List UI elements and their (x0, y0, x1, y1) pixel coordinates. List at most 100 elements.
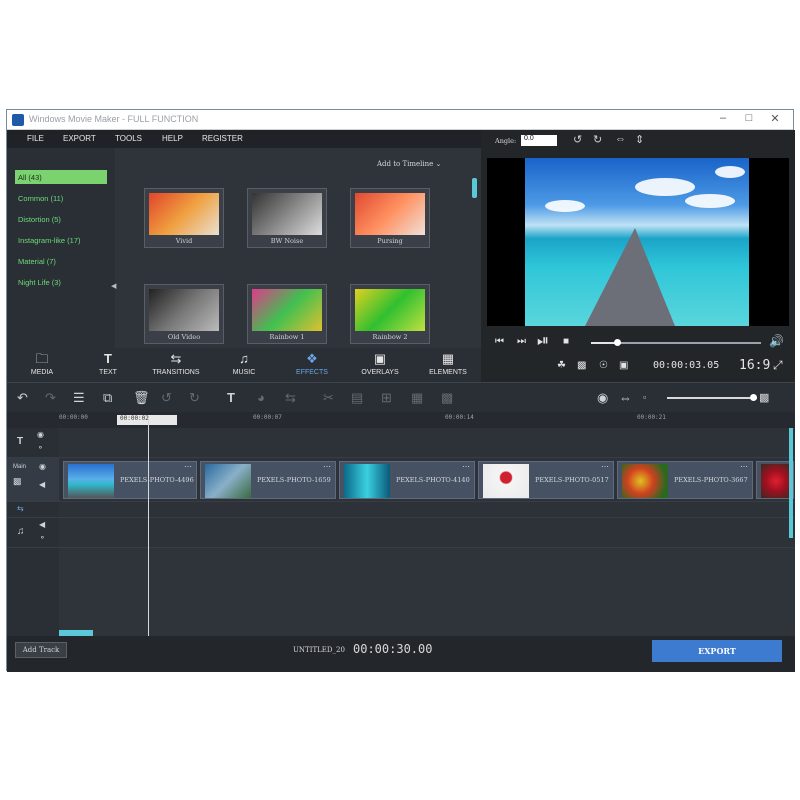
tab-overlays[interactable]: ▣ OVERLAYS (345, 351, 415, 376)
category-distortion[interactable]: Distortion (5) (15, 212, 107, 226)
progress-knob[interactable] (613, 339, 621, 346)
speed-icon[interactable]: ◕ (257, 390, 265, 405)
delete-icon[interactable]: 🗑 (133, 390, 150, 406)
undo-icon[interactable]: ↶ (17, 390, 28, 406)
effect-thumb-rainbow-2[interactable]: Rainbow 2 (350, 284, 430, 344)
speaker-icon[interactable]: ◀ (39, 480, 45, 489)
zoom-in-icon[interactable]: ▩ (759, 391, 769, 404)
category-common[interactable]: Common (11) (15, 191, 107, 205)
timeline-clip[interactable]: PEXELS-PHOTO-1659 ⋯ (200, 461, 336, 499)
duplicate-icon[interactable]: ⧉ (103, 390, 112, 406)
volume-icon[interactable]: 🔊 (769, 334, 784, 348)
timeline-vertical-scrollbar[interactable] (789, 428, 793, 538)
category-material[interactable]: Material (7) (15, 254, 107, 268)
add-track-button[interactable]: Add Track (15, 642, 67, 658)
menu-file[interactable]: FILE (27, 134, 44, 143)
mosaic-icon[interactable]: ▩ (441, 390, 453, 406)
crop-icon[interactable]: ⊞ (381, 390, 392, 406)
angle-input[interactable]: 0.0 (521, 135, 557, 146)
filter-icon[interactable]: ▦ (411, 390, 423, 406)
paint-bucket-icon[interactable]: ☘ (557, 360, 566, 371)
zoom-out-icon[interactable]: ▫ (643, 392, 646, 402)
tab-transitions[interactable]: ⇆ TRANSITIONS (141, 351, 211, 376)
fullscreen-icon[interactable]: ⤢ (773, 358, 783, 373)
transition-track-header: ⇆ (7, 502, 59, 518)
more-icon[interactable]: ⋯ (601, 462, 609, 471)
timeline-clip[interactable]: PEXELS-PHOTO-4496 ⋯ (63, 461, 197, 499)
export-button[interactable]: EXPORT (652, 640, 782, 662)
snap-icon[interactable]: ◉ (597, 390, 608, 406)
flip-horizontal-icon[interactable]: ⇔ (615, 133, 626, 145)
timeline-clip[interactable]: PEXELS-PHOTO-0517 ⋯ (478, 461, 614, 499)
transition-track-icon: ⇆ (17, 504, 24, 513)
snapshot-icon[interactable]: ▣ (619, 360, 628, 371)
more-icon[interactable]: ⋯ (184, 462, 192, 471)
aspect-ratio[interactable]: 16:9 (739, 358, 770, 373)
transition-icon[interactable]: ⇆ (285, 390, 296, 406)
library-scrollbar[interactable] (472, 178, 477, 198)
progress-bar[interactable] (591, 339, 761, 346)
text-track[interactable] (59, 428, 795, 458)
play-icon[interactable]: ⏯ (537, 332, 549, 349)
rotate-left-icon[interactable]: ↺ (573, 133, 582, 146)
more-icon[interactable]: ⋯ (462, 462, 470, 471)
eye-icon[interactable]: ◉ (37, 430, 44, 439)
effect-thumb-rainbow-1[interactable]: Rainbow 1 (247, 284, 327, 344)
time-ruler[interactable]: 00:00:00 00:00:07 00:00:14 00:00:21 00:0… (7, 412, 795, 428)
split-icon[interactable]: ✂ (323, 390, 334, 406)
preview-timecode: 00:00:03.05 (653, 360, 720, 371)
timeline-empty-area[interactable] (59, 548, 795, 636)
skip-back-icon[interactable]: ⏮ (495, 336, 504, 347)
effect-thumb-vivid[interactable]: Vivid (144, 188, 224, 248)
camera-icon[interactable]: ▩ (577, 360, 586, 371)
playhead-line[interactable] (148, 420, 149, 638)
effect-thumb-pursing[interactable]: Pursing (350, 188, 430, 248)
adjust-icon[interactable]: ☰ (73, 390, 85, 406)
effects-icon: ❖ (306, 351, 318, 366)
category-all[interactable]: All (43) (15, 170, 107, 184)
stop-icon[interactable]: ■ (563, 336, 569, 347)
fit-icon[interactable]: ⇔ (619, 390, 632, 405)
more-icon[interactable]: ⋯ (323, 462, 331, 471)
microphone-icon[interactable]: ☉ (599, 360, 608, 371)
flip-vertical-icon[interactable]: ⇕ (635, 133, 644, 146)
tab-media[interactable]: 🗀 MEDIA (7, 351, 77, 376)
eye-icon[interactable]: ◉ (39, 462, 46, 471)
collapse-arrow-icon[interactable]: ◀ (111, 282, 116, 290)
effect-thumb-bw-noise[interactable]: BW Noise (247, 188, 327, 248)
music-track[interactable] (59, 518, 795, 548)
skip-forward-icon[interactable]: ⏭ (517, 336, 526, 347)
tab-effects[interactable]: ❖ EFFECTS (277, 351, 347, 376)
rotate-ccw-icon[interactable]: ↺ (161, 390, 172, 406)
lock-icon[interactable]: ⚬ (39, 533, 46, 542)
menu-help[interactable]: HELP (162, 134, 183, 143)
tab-music[interactable]: ♫ MUSIC (209, 351, 279, 376)
lock-icon[interactable]: ⚬ (37, 443, 44, 452)
category-instagram[interactable]: Instagram-like (17) (15, 233, 107, 247)
add-text-icon[interactable]: T (227, 390, 235, 405)
effect-thumb-old-video[interactable]: Old Video (144, 284, 224, 344)
redo-icon[interactable]: ↷ (45, 390, 56, 406)
tab-elements[interactable]: ▦ ELEMENTS (413, 351, 483, 376)
timeline-clip[interactable]: PEXELS-PHOTO-4140 ⋯ (339, 461, 475, 499)
speaker-icon[interactable]: ◀ (39, 520, 45, 529)
tab-text[interactable]: T TEXT (73, 351, 143, 376)
menu-register[interactable]: REGISTER (202, 134, 243, 143)
zoom-knob[interactable] (750, 394, 757, 401)
rotate-right-icon[interactable]: ↻ (593, 133, 602, 146)
main-track[interactable]: PEXELS-PHOTO-4496 ⋯ PEXELS-PHOTO-1659 ⋯ … (59, 458, 795, 502)
timeline-clip[interactable]: PEXELS-PHOTO-3667 ⋯ (617, 461, 753, 499)
maximize-button[interactable]: □ (737, 112, 761, 124)
add-to-timeline-button[interactable]: Add to Timeline ⌄ (377, 160, 441, 168)
close-button[interactable]: ✕ (763, 112, 787, 125)
minimize-button[interactable]: – (711, 112, 735, 124)
rotate-cw-icon[interactable]: ↻ (189, 390, 200, 406)
caption-icon[interactable]: ▤ (351, 390, 363, 406)
zoom-slider[interactable] (667, 397, 757, 399)
project-duration: 00:00:30.00 (353, 642, 433, 656)
transition-track[interactable] (59, 502, 795, 518)
more-icon[interactable]: ⋯ (740, 462, 748, 471)
menu-export[interactable]: EXPORT (63, 134, 96, 143)
menu-tools[interactable]: TOOLS (115, 134, 142, 143)
category-night-life[interactable]: Night Life (3) (15, 275, 107, 289)
